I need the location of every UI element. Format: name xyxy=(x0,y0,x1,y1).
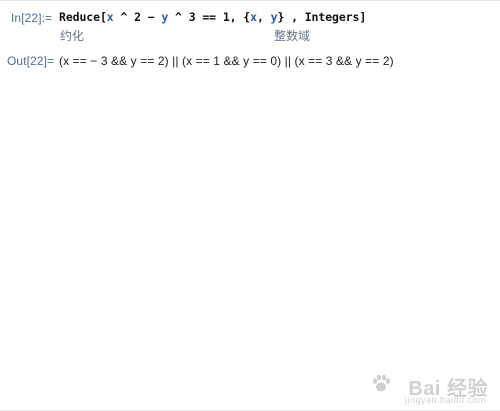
input-label: In[22]:= xyxy=(11,11,53,25)
notebook-window: In[22]:= Reduce[x ^ 2 − y ^ 3 == 1, {x, … xyxy=(0,0,500,411)
power-two: ^ 2 xyxy=(113,10,148,24)
rhs-and-list-open: 1, { xyxy=(216,10,251,24)
top-border xyxy=(0,0,500,1)
baidu-watermark: Bai 经验 jingyan.baidu.com xyxy=(342,371,492,405)
minus-sign: − xyxy=(147,10,155,24)
paw-icon xyxy=(372,374,391,392)
list-variable-x: x xyxy=(250,10,257,24)
output-cell[interactable]: (x == − 3 && y == 2) || (x == 1 && y == … xyxy=(59,54,394,68)
open-bracket: [ xyxy=(99,10,107,24)
list-comma: , xyxy=(256,10,271,24)
domain-integers: , Integers] xyxy=(284,10,367,24)
equality-operator: == xyxy=(202,10,216,24)
input-cell[interactable]: Reduce[x ^ 2 − y ^ 3 == 1, {x, y} , Inte… xyxy=(59,10,366,24)
variable-x: x xyxy=(106,10,114,24)
function-name-reduce: Reduce xyxy=(59,10,100,24)
reduce-hint: 约化 xyxy=(60,29,85,43)
output-label: Out[22]= xyxy=(7,54,55,68)
integers-hint: 整数域 xyxy=(274,29,311,43)
watermark-url: jingyan.baidu.com xyxy=(404,395,486,405)
variable-y: y xyxy=(154,10,169,24)
power-three: ^ 3 xyxy=(168,10,203,24)
